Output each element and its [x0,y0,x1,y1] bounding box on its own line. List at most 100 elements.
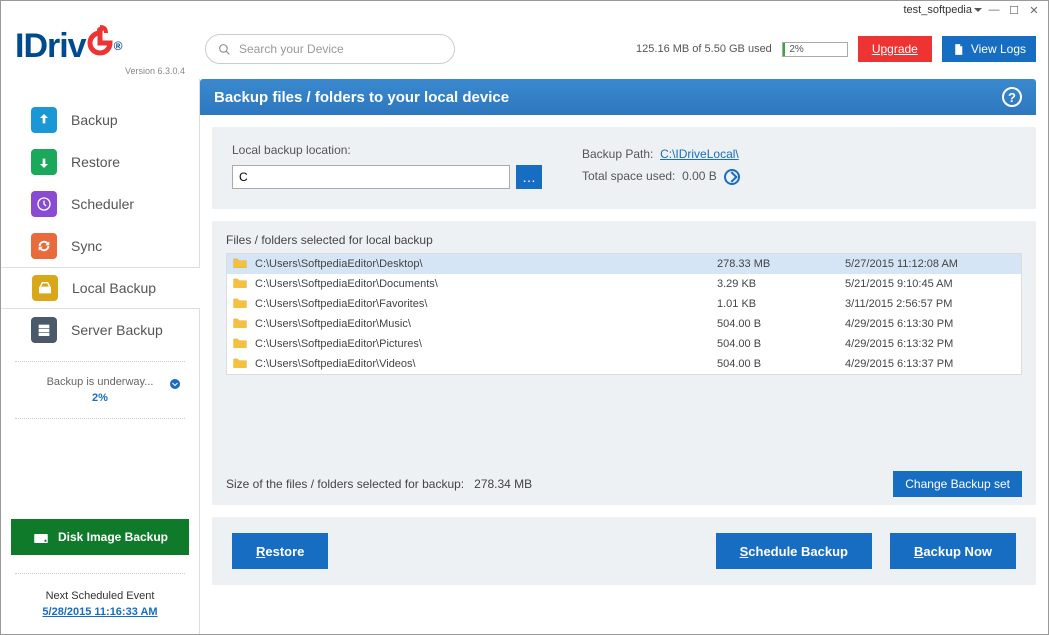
file-row[interactable]: C:\Users\SoftpediaEditor\Desktop\ 278.33 … [227,254,1021,274]
download-icon [36,154,52,170]
file-date: 4/29/2015 6:13:32 PM [845,338,1015,350]
sidebar-item-label: Restore [71,154,120,170]
panel-title: Backup files / folders to your local dev… [200,79,1036,115]
file-date: 5/27/2015 11:12:08 AM [845,258,1015,270]
location-label: Local backup location: [232,143,542,157]
drive-icon [37,280,53,296]
file-size: 504.00 B [717,318,837,330]
file-row[interactable]: C:\Users\SoftpediaEditor\Pictures\ 504.00… [227,334,1021,354]
file-date: 3/11/2015 2:56:57 PM [845,298,1015,310]
upgrade-button[interactable]: Upgrade [858,36,932,62]
change-backup-set-button[interactable]: Change Backup set [893,471,1022,497]
file-row[interactable]: C:\Users\SoftpediaEditor\Documents\ 3.29 … [227,274,1021,294]
status-text: Backup is underway... [47,376,154,388]
files-caption: Files / folders selected for local backu… [226,233,1022,247]
file-path: C:\Users\SoftpediaEditor\Pictures\ [255,338,709,350]
logo-e-icon [86,25,114,68]
folder-icon [233,297,247,312]
sidebar-item-label: Scheduler [71,196,134,212]
file-list: C:\Users\SoftpediaEditor\Desktop\ 278.33 … [226,253,1022,375]
backup-path-label: Backup Path: [582,147,653,161]
logo: IDriv ® Version 6.3.0.4 [15,23,205,76]
sidebar-item-scheduler[interactable]: Scheduler [1,183,199,225]
user-label: test_softpedia [904,4,973,16]
action-bar: Restore Schedule Backup Backup Now [212,517,1036,585]
location-panel: Local backup location: … Backup Path: C:… [212,127,1036,209]
sidebar-item-local-backup[interactable]: Local Backup [1,267,200,309]
files-panel: Files / folders selected for local backu… [212,221,1036,505]
disk-icon [32,528,50,546]
space-used-label: Total space used: [582,169,675,183]
sidebar-item-label: Backup [71,112,118,128]
backup-now-button[interactable]: Backup Now [890,533,1016,569]
chevron-down-icon[interactable] [169,378,181,393]
refresh-icon[interactable] [724,169,740,185]
next-event-label: Next Scheduled Event [46,590,155,602]
sidebar-item-label: Local Backup [72,280,156,296]
panel-title-text: Backup files / folders to your local dev… [214,89,509,106]
next-event-datetime[interactable]: 5/28/2015 11:16:33 AM [1,606,199,618]
file-date: 4/29/2015 6:13:37 PM [845,358,1015,370]
sidebar-item-sync[interactable]: Sync [1,225,199,267]
view-logs-label: View Logs [971,42,1026,56]
folder-icon [233,337,247,352]
location-input[interactable] [232,165,510,189]
file-size: 504.00 B [717,338,837,350]
minimize-button[interactable]: — [986,3,1002,17]
folder-icon [233,277,247,292]
view-logs-button[interactable]: View Logs [942,36,1036,62]
sidebar: Backup Restore Scheduler Sync Local Back… [1,79,199,634]
sidebar-item-label: Server Backup [71,322,163,338]
next-scheduled-event: Next Scheduled Event 5/28/2015 11:16:33 … [1,584,199,634]
sidebar-item-server-backup[interactable]: Server Backup [1,309,199,351]
schedule-backup-button[interactable]: Schedule Backup [716,533,872,569]
file-date: 4/29/2015 6:13:30 PM [845,318,1015,330]
file-path: C:\Users\SoftpediaEditor\Videos\ [255,358,709,370]
folder-icon [233,317,247,332]
disk-backup-label: Disk Image Backup [58,530,168,544]
search-input[interactable]: Search your Device [205,34,455,64]
backup-path-link[interactable]: C:\IDriveLocal\ [660,147,739,161]
file-size: 504.00 B [717,358,837,370]
disk-image-backup-button[interactable]: Disk Image Backup [11,519,189,555]
logo-registered: ® [114,39,122,53]
browse-button[interactable]: … [516,165,542,189]
user-menu[interactable]: test_softpedia [904,4,983,16]
logo-text: IDriv [15,27,86,66]
folder-icon [233,357,247,372]
upload-icon [36,112,52,128]
file-row[interactable]: C:\Users\SoftpediaEditor\Videos\ 504.00 B… [227,354,1021,374]
clock-icon [36,196,52,212]
space-used-value: 0.00 B [682,169,717,183]
file-size: 3.29 KB [717,278,837,290]
sidebar-item-label: Sync [71,238,102,254]
maximize-button[interactable]: ☐ [1006,3,1022,17]
file-row[interactable]: C:\Users\SoftpediaEditor\Music\ 504.00 B 4… [227,314,1021,334]
file-path: C:\Users\SoftpediaEditor\Music\ [255,318,709,330]
help-icon[interactable]: ? [1002,87,1022,107]
server-icon [36,322,52,338]
total-size-value: 278.34 MB [474,477,532,491]
file-path: C:\Users\SoftpediaEditor\Desktop\ [255,258,709,270]
restore-button[interactable]: Restore [232,533,328,569]
chevron-down-icon [974,8,982,12]
total-size-label: Size of the files / folders selected for… [226,477,464,491]
sidebar-item-backup[interactable]: Backup [1,99,199,141]
search-icon [218,43,231,56]
usage-bar: 2% [782,42,848,57]
usage-percent: 2% [789,44,803,55]
sync-icon [36,238,52,254]
file-path: C:\Users\SoftpediaEditor\Favorites\ [255,298,709,310]
file-date: 5/21/2015 9:10:45 AM [845,278,1015,290]
file-row[interactable]: C:\Users\SoftpediaEditor\Favorites\ 1.01 … [227,294,1021,314]
file-size: 1.01 KB [717,298,837,310]
backup-status: Backup is underway... 2% [1,372,199,408]
status-percent: 2% [11,392,189,404]
sidebar-item-restore[interactable]: Restore [1,141,199,183]
search-placeholder: Search your Device [239,42,344,56]
folder-icon [233,257,247,272]
file-size: 278.33 MB [717,258,837,270]
document-icon [952,43,965,56]
close-button[interactable]: ✕ [1026,3,1042,17]
file-path: C:\Users\SoftpediaEditor\Documents\ [255,278,709,290]
